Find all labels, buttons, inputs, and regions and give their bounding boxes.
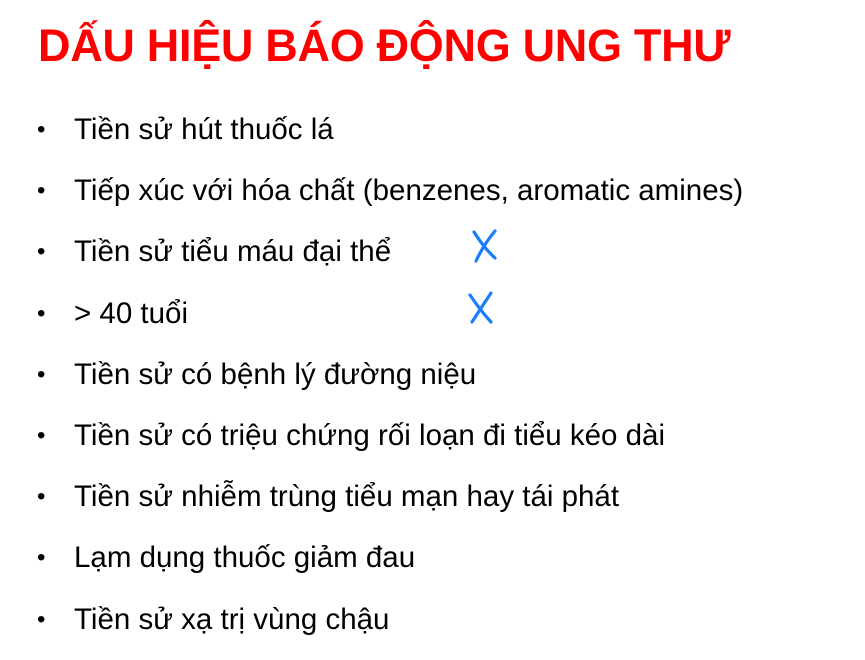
bullet: • bbox=[37, 605, 46, 633]
list-item-text: Tiền sử có triệu chứng rối loạn đi tiểu … bbox=[74, 418, 666, 452]
list-item-text: Tiền sử có bệnh lý đường niệu bbox=[74, 357, 477, 391]
bullet: • bbox=[37, 299, 46, 327]
bullet: • bbox=[37, 544, 46, 572]
bullet: • bbox=[37, 116, 46, 143]
cross-mark-icon bbox=[472, 229, 497, 263]
list-item-text: Tiền sử nhiễm trùng tiểu mạn hay tái phá… bbox=[74, 480, 620, 514]
list-item-text: Tiền sử tiểu máu đại thể bbox=[74, 235, 392, 269]
bullet: • bbox=[37, 360, 46, 388]
list-item-text: Tiếp xúc với hóa chất (benzenes, aromati… bbox=[74, 174, 744, 208]
bullet: • bbox=[37, 238, 46, 266]
list-item-text: Tiền sử xạ trị vùng chậu bbox=[74, 602, 390, 636]
list-item-text: > 40 tuổi bbox=[74, 296, 188, 330]
list-item-text: Lạm dụng thuốc giảm đau bbox=[74, 541, 416, 575]
cross-mark-icon bbox=[468, 291, 493, 324]
bullet: • bbox=[37, 483, 46, 511]
list-item-text: Tiền sử hút thuốc lá bbox=[74, 113, 334, 146]
bullet: • bbox=[37, 177, 46, 205]
bullet: • bbox=[37, 421, 46, 449]
slide-title: DẤU HIỆU BÁO ĐỘNG UNG THƯ bbox=[38, 20, 731, 71]
